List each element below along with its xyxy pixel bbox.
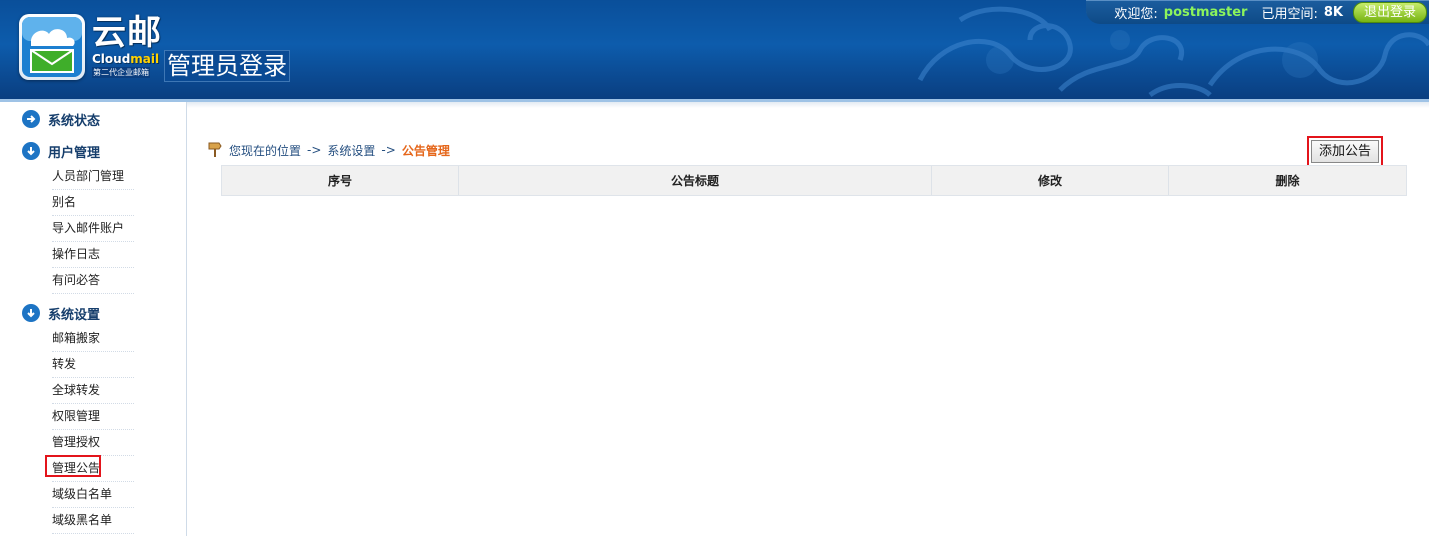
brand-name-en: Cloudmail (92, 52, 160, 66)
space-used-label: 已用空间: (1261, 6, 1318, 22)
breadcrumb: 您现在的位置 -> 系统设置 -> 公告管理 (207, 141, 450, 159)
brand-tagline: 第二代企业邮箱 (92, 67, 150, 78)
username: postmaster (1163, 4, 1248, 20)
space-used-value: 8K (1323, 4, 1343, 20)
column-header-edit: 修改 (932, 166, 1169, 195)
column-header-index: 序号 (222, 166, 459, 195)
sidebar-item-admin-authorization[interactable]: 管理授权 (52, 430, 134, 456)
breadcrumb-prefix: 您现在的位置 (229, 143, 302, 158)
mail-logo-icon (22, 17, 82, 77)
column-header-title: 公告标题 (459, 166, 932, 195)
sidebar-section-label: 系统设置 (48, 307, 101, 323)
add-button-highlight: 添加公告 (1307, 136, 1383, 167)
sidebar-item-faq[interactable]: 有问必答 (52, 268, 134, 294)
sidebar-item-import-accounts[interactable]: 导入邮件账户 (52, 216, 134, 242)
sidebar-item-operation-log[interactable]: 操作日志 (52, 242, 134, 268)
welcome-label: 欢迎您: (1114, 6, 1158, 22)
sidebar-section-label: 系统状态 (48, 113, 101, 129)
sidebar-item-forward[interactable]: 转发 (52, 352, 134, 378)
content-top-shadow (187, 102, 1429, 108)
sidebar-item-permissions[interactable]: 权限管理 (52, 404, 134, 430)
signpost-icon (207, 141, 223, 160)
sidebar-section-system-status[interactable]: 系统状态 (22, 109, 100, 129)
sidebar-item-alias[interactable]: 别名 (52, 190, 134, 216)
arrow-down-circle-icon (22, 142, 40, 160)
sidebar-nav: 系统状态 用户管理 人员部门管理 别名 导入邮件账户 操作日志 有问必答 系统设… (0, 102, 187, 536)
arrow-down-circle-icon (22, 304, 40, 322)
sidebar-item-departments[interactable]: 人员部门管理 (52, 164, 134, 190)
logout-button[interactable]: 退出登录 (1352, 1, 1427, 23)
user-status-bar: 欢迎您: postmaster 已用空间: 8K 退出登录 (1086, 0, 1429, 24)
sidebar-item-domain-whitelist[interactable]: 域级白名单 (52, 482, 134, 508)
column-header-delete: 删除 (1275, 174, 1300, 188)
arrow-right-circle-icon (22, 110, 40, 128)
breadcrumb-separator: -> (381, 143, 396, 157)
cloudmail-logo (19, 14, 85, 80)
announcement-table-header: 序号 公告标题 修改 删除 (221, 165, 1407, 196)
sidebar-item-domain-blacklist[interactable]: 域级黑名单 (52, 508, 134, 534)
sidebar-section-user-management[interactable]: 用户管理 (22, 141, 100, 161)
sidebar-item-mailbox-migration[interactable]: 邮箱搬家 (52, 326, 134, 352)
breadcrumb-separator: -> (307, 143, 322, 157)
sidebar-item-global-forward[interactable]: 全球转发 (52, 378, 134, 404)
breadcrumb-level1[interactable]: 系统设置 (327, 142, 375, 159)
brand-name-cn: 云邮 (92, 13, 162, 53)
app-header: 云邮 Cloudmail 第二代企业邮箱 管理员登录 欢迎您: postmast… (0, 0, 1429, 99)
breadcrumb-current: 公告管理 (401, 143, 450, 158)
active-item-highlight (45, 455, 101, 477)
page-title: 管理员登录 (164, 50, 290, 82)
sidebar-section-label: 用户管理 (48, 145, 101, 161)
add-announcement-button[interactable]: 添加公告 (1311, 140, 1379, 163)
sidebar-section-system-settings[interactable]: 系统设置 (22, 303, 100, 323)
